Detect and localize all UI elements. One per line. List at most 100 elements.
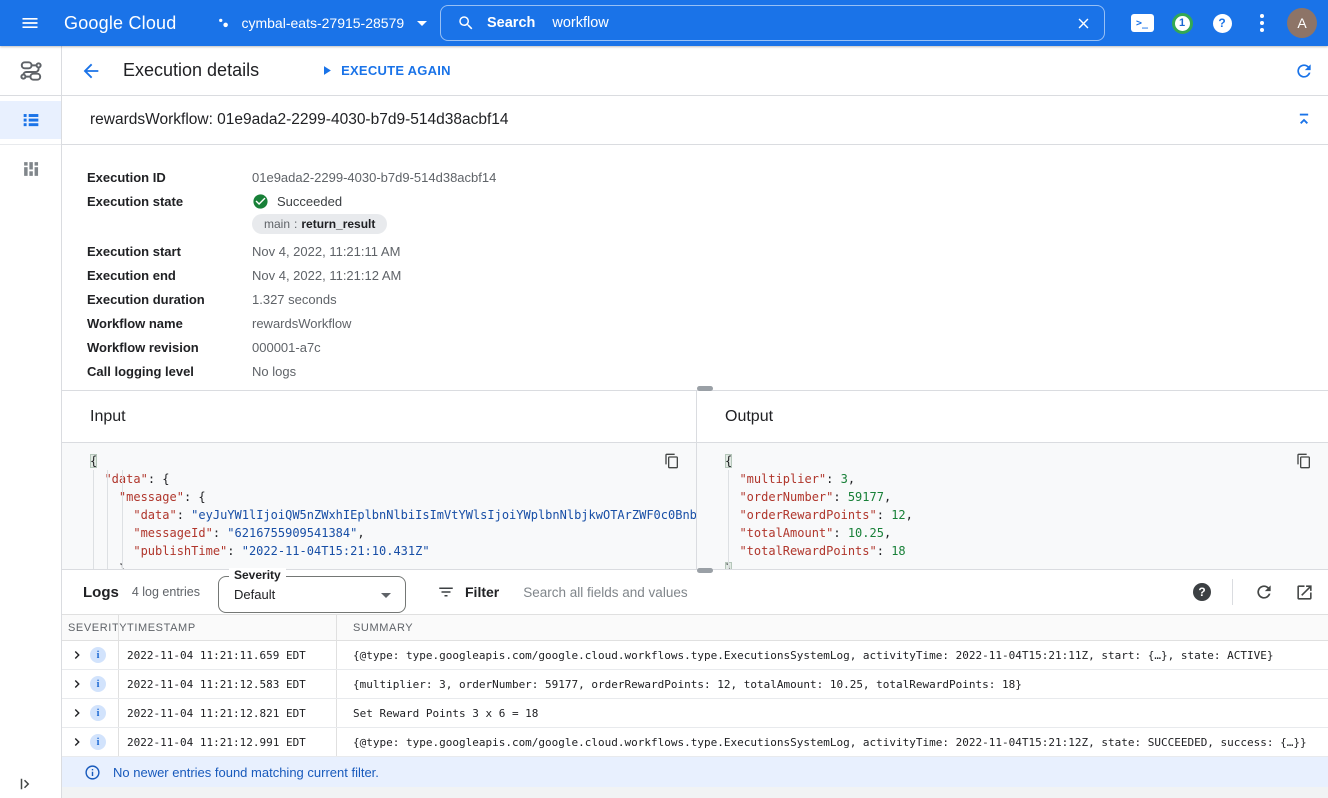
expand-row-icon[interactable] (70, 648, 84, 662)
step-badge[interactable]: main : return_result (252, 214, 387, 234)
severity-info-icon: i (90, 647, 106, 663)
google-cloud-logo[interactable]: Google Cloud (64, 13, 176, 34)
severity-info-icon: i (90, 705, 106, 721)
project-selector[interactable]: cymbal-eats-27915-28579 (214, 14, 427, 32)
log-summary: {@type: type.googleapis.com/google.cloud… (336, 641, 1328, 669)
detail-label: Execution state (87, 194, 252, 209)
badge-row: main : return_result (252, 214, 1328, 234)
metrics-icon (20, 158, 42, 180)
search-label: Search (487, 15, 535, 31)
detail-row: Call logging level No logs (87, 359, 1328, 383)
code-line: "data": "eyJuYW1lIjoiQW5nZWxhIEplbnNlbiI… (90, 506, 696, 524)
cloud-shell-button[interactable]: >_ (1122, 14, 1162, 32)
sidebar-item-metrics[interactable] (0, 145, 61, 193)
logs-toolbar: Logs 4 log entries Severity Default Filt… (62, 570, 1328, 615)
resize-handle[interactable] (697, 386, 713, 391)
help-button[interactable]: ? (1202, 14, 1242, 33)
open-in-new-button[interactable] (1295, 583, 1314, 602)
filter-label: Filter (465, 584, 499, 600)
expand-row-icon[interactable] (70, 677, 84, 691)
sidebar-item-workflows[interactable] (0, 46, 61, 96)
code-line: "multiplier": 3, (725, 470, 1328, 488)
detail-row: Execution end Nov 4, 2022, 11:21:12 AM (87, 263, 1328, 287)
log-row[interactable]: i 2022-11-04 11:21:11.659 EDT{@type: type… (62, 641, 1328, 670)
collapse-all-button[interactable] (1294, 110, 1314, 130)
log-row[interactable]: i2022-11-04 11:21:12.583 EDT{multiplier:… (62, 670, 1328, 699)
call-logging-level-value: No logs (252, 364, 296, 379)
logs-help-button[interactable]: ? (1193, 583, 1211, 601)
log-row[interactable]: i2022-11-04 11:21:12.991 EDT{@type: type… (62, 728, 1328, 757)
code-line: "orderRewardPoints": 12, (725, 506, 1328, 524)
log-summary: {@type: type.googleapis.com/google.cloud… (336, 728, 1328, 756)
clear-search-icon[interactable] (1075, 15, 1092, 32)
column-header-timestamp[interactable]: TIMESTAMP (118, 615, 336, 640)
severity-info-icon: i (90, 734, 106, 750)
resize-handle[interactable] (697, 568, 713, 573)
open-in-new-icon (1295, 583, 1314, 602)
column-header-summary[interactable]: SUMMARY (336, 615, 1328, 640)
detail-row: Execution start Nov 4, 2022, 11:21:11 AM (87, 239, 1328, 263)
refresh-icon (1254, 582, 1274, 602)
output-panel: Output { "multiplier": 3, "orderNumber":… (697, 391, 1328, 569)
help-icon: ? (1213, 14, 1232, 33)
more-options-button[interactable] (1242, 14, 1282, 32)
main-content: Execution details EXECUTE AGAIN rewardsW… (62, 46, 1328, 798)
notifications-button[interactable]: 1 (1162, 13, 1202, 34)
code-line: } (725, 560, 1328, 569)
execute-again-label: EXECUTE AGAIN (341, 63, 451, 78)
execution-details: Execution ID 01e9ada2-2299-4030-b7d9-514… (62, 145, 1328, 391)
notification-badge: 1 (1172, 13, 1193, 34)
workflow-revision-value: 000001-a7c (252, 340, 321, 355)
logs-refresh-button[interactable] (1254, 582, 1274, 602)
input-code-viewer[interactable]: { "data": { "message": { "data": "eyJuYW… (62, 443, 696, 569)
play-icon (319, 63, 334, 78)
back-button[interactable] (80, 60, 102, 82)
detail-row: Workflow revision 000001-a7c (87, 335, 1328, 359)
column-header-severity[interactable]: SEVERITY (62, 615, 118, 640)
logs-table-body: i2022-11-04 11:21:11.659 EDT{@type: type… (62, 641, 1328, 757)
refresh-button[interactable] (1294, 61, 1314, 81)
detail-row: Execution ID 01e9ada2-2299-4030-b7d9-514… (87, 165, 1328, 189)
detail-label: Workflow name (87, 316, 252, 331)
copy-input-button[interactable] (664, 453, 680, 474)
search-input[interactable]: workflow (552, 15, 608, 31)
topbar: Google Cloud cymbal-eats-27915-28579 Sea… (0, 0, 1328, 46)
log-timestamp: 2022-11-04 11:21:12.583 EDT (118, 670, 336, 698)
sidebar-item-executions[interactable] (0, 96, 61, 145)
detail-label: Workflow revision (87, 340, 252, 355)
refresh-icon (1294, 61, 1314, 81)
detail-row: Workflow name rewardsWorkflow (87, 311, 1328, 335)
logs-actions: ? (1193, 579, 1314, 605)
hamburger-menu-icon[interactable] (20, 13, 40, 33)
execute-again-button[interactable]: EXECUTE AGAIN (319, 63, 451, 78)
severity-select[interactable]: Severity Default (218, 576, 406, 613)
more-vert-icon (1260, 14, 1264, 32)
search-bar[interactable]: Search workflow (440, 5, 1105, 41)
check-circle-icon (252, 193, 269, 210)
project-icon (214, 14, 232, 32)
log-summary: {multiplier: 3, orderNumber: 59177, orde… (336, 670, 1328, 698)
account-button[interactable]: A (1282, 8, 1322, 38)
logs-table-header: SEVERITY TIMESTAMP SUMMARY (62, 615, 1328, 641)
copy-output-button[interactable] (1296, 453, 1312, 474)
executions-list-icon (20, 109, 42, 131)
expand-row-icon[interactable] (70, 735, 84, 749)
execution-end-value: Nov 4, 2022, 11:21:12 AM (252, 268, 401, 283)
workflow-name-value: rewardsWorkflow (252, 316, 351, 331)
logs-title: Logs (83, 584, 119, 601)
code-line: "totalAmount": 10.25, (725, 524, 1328, 542)
log-timestamp: 2022-11-04 11:21:11.659 EDT (118, 641, 336, 669)
output-code-viewer[interactable]: { "multiplier": 3, "orderNumber": 59177,… (697, 443, 1328, 569)
expand-row-icon[interactable] (70, 706, 84, 720)
input-panel: Input { "data": { "message": { "data": "… (62, 391, 697, 569)
log-row[interactable]: i2022-11-04 11:21:12.821 EDTSet Reward P… (62, 699, 1328, 728)
code-line: "data": { (90, 470, 696, 488)
badge-scope: main (264, 217, 290, 231)
execution-duration-value: 1.327 seconds (252, 292, 337, 307)
severity-select-label: Severity (229, 568, 286, 582)
bottom-strip (62, 787, 1328, 798)
code-line: "totalRewardPoints": 18 (725, 542, 1328, 560)
expand-panel-button[interactable] (17, 775, 35, 798)
filter-search-input[interactable]: Search all fields and values (523, 585, 687, 600)
badge-separator: : (294, 217, 297, 231)
